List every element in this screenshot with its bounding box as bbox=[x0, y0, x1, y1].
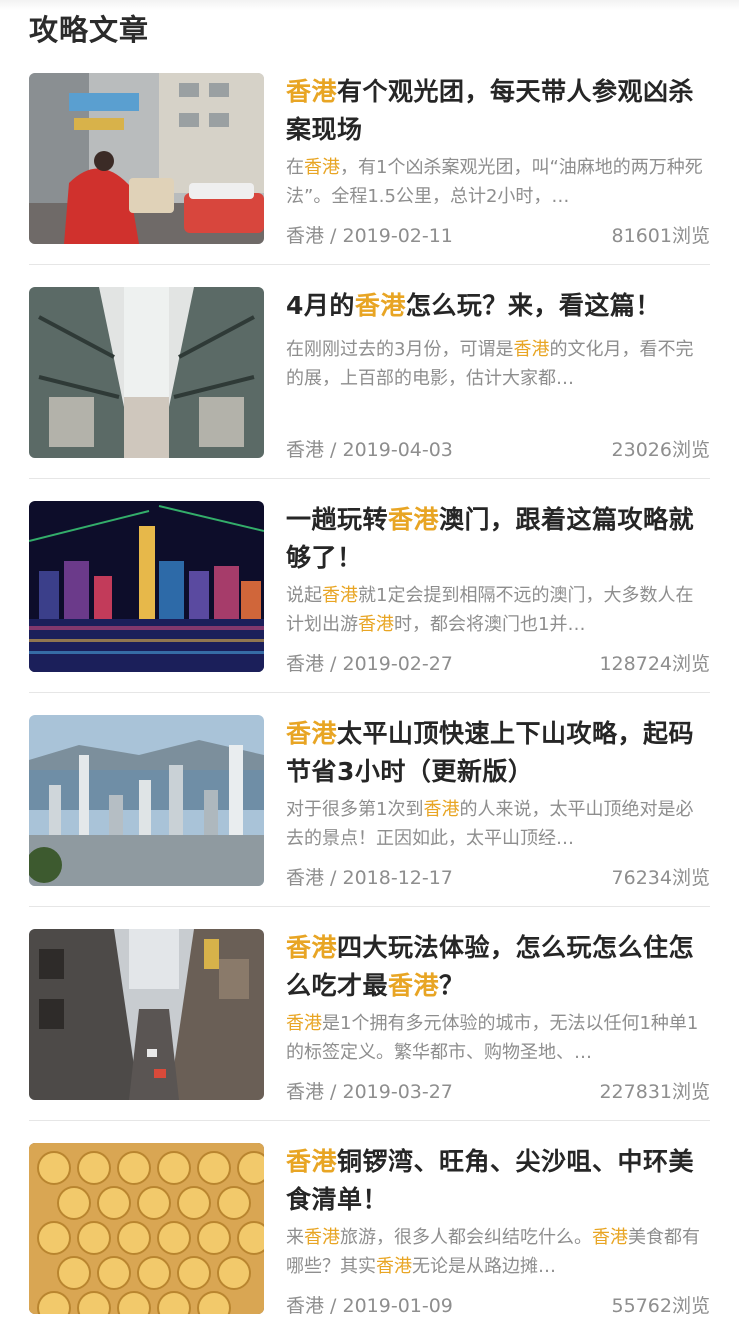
divider bbox=[29, 1120, 710, 1121]
divider bbox=[29, 692, 710, 693]
divider bbox=[29, 478, 710, 479]
article-info: 香港铜锣湾、旺角、尖沙咀、中环美食清单！ 来香港旅游，很多人都会纠结吃什么。香港… bbox=[286, 1143, 710, 1321]
article-location-date: 香港 / 2019-01-09 bbox=[286, 1295, 453, 1317]
text-segment: 有个观光团，每天带人参观凶杀案现场 bbox=[286, 77, 695, 144]
article-summary: 香港是1个拥有多元体验的城市，无法以任何1种单1的标签定义。繁华都市、购物圣地、… bbox=[286, 1009, 710, 1067]
article-list-page: 攻略文章 香港有个观光团，每天带人参观凶杀案现场 在香港，有1个凶杀案观光团，叫… bbox=[0, 0, 739, 1324]
keyword-highlight: 香港 bbox=[358, 614, 394, 635]
article-location-date: 香港 / 2018-12-17 bbox=[286, 867, 453, 889]
keyword-highlight: 香港 bbox=[513, 339, 550, 360]
text-segment: ？ bbox=[439, 971, 465, 1000]
text-segment: 无论是从路边摊… bbox=[412, 1256, 556, 1277]
article-location-date: 香港 / 2019-02-27 bbox=[286, 653, 453, 675]
article-summary: 来香港旅游，很多人都会纠结吃什么。香港美食都有哪些？其实香港无论是从路边摊… bbox=[286, 1223, 710, 1281]
article-info: 香港四大玩法体验，怎么玩怎么住怎么吃才最香港？ 香港是1个拥有多元体验的城市，无… bbox=[286, 929, 710, 1107]
text-segment: 4月的 bbox=[286, 291, 355, 320]
text-segment: 四大玩法体验，怎么玩怎么住怎么吃才最 bbox=[286, 933, 695, 1000]
keyword-highlight: 香港 bbox=[376, 1256, 412, 1277]
article-meta: 香港 / 2019-04-03 23026浏览 bbox=[286, 435, 710, 465]
article-meta: 香港 / 2019-02-27 128724浏览 bbox=[286, 649, 710, 679]
keyword-highlight: 香港 bbox=[322, 585, 358, 606]
text-segment: 说起 bbox=[286, 585, 322, 606]
keyword-highlight: 香港 bbox=[286, 719, 338, 748]
keyword-highlight: 香港 bbox=[388, 971, 440, 1000]
city-street-icon[interactable] bbox=[29, 929, 264, 1100]
egg-waffle-icon[interactable] bbox=[29, 1143, 264, 1314]
keyword-highlight: 香港 bbox=[304, 1227, 340, 1248]
text-segment: 怎么玩？来，看这篇！ bbox=[405, 291, 661, 320]
article-info: 4月的香港怎么玩？来，看这篇！ 在刚刚过去的3月份，可谓是香港的文化月，看不完的… bbox=[286, 287, 710, 465]
text-segment: 一趟玩转 bbox=[286, 505, 389, 534]
atrium-icon[interactable] bbox=[29, 287, 264, 458]
keyword-highlight: 香港 bbox=[592, 1227, 628, 1248]
keyword-highlight: 香港 bbox=[304, 157, 340, 178]
divider bbox=[29, 906, 710, 907]
article-summary: 对于很多第1次到香港的人来说，太平山顶绝对是必去的景点！正因如此，太平山顶经… bbox=[286, 795, 710, 853]
divider bbox=[29, 264, 710, 265]
article-card[interactable]: 一趟玩转香港澳门，跟着这篇攻略就够了！ 说起香港就1定会提到相隔不远的澳门，大多… bbox=[29, 501, 710, 715]
article-views: 55762浏览 bbox=[611, 1295, 710, 1317]
article-summary: 说起香港就1定会提到相隔不远的澳门，大多数人在计划出游香港时，都会将澳门也1并… bbox=[286, 581, 710, 639]
top-shadow bbox=[0, 0, 739, 10]
article-meta: 香港 / 2018-12-17 76234浏览 bbox=[286, 863, 710, 893]
article-title[interactable]: 香港四大玩法体验，怎么玩怎么住怎么吃才最香港？ bbox=[286, 929, 710, 1005]
text-segment: 太平山顶快速上下山攻略，起码节省3小时（更新版） bbox=[286, 719, 695, 786]
text-segment: 对于很多第1次到 bbox=[286, 799, 424, 820]
article-list: 香港有个观光团，每天带人参观凶杀案现场 在香港，有1个凶杀案观光团，叫“油麻地的… bbox=[29, 73, 710, 1324]
article-title[interactable]: 4月的香港怎么玩？来，看这篇！ bbox=[286, 287, 710, 325]
article-card[interactable]: 4月的香港怎么玩？来，看这篇！ 在刚刚过去的3月份，可谓是香港的文化月，看不完的… bbox=[29, 287, 710, 501]
article-location-date: 香港 / 2019-02-11 bbox=[286, 225, 453, 247]
article-title[interactable]: 一趟玩转香港澳门，跟着这篇攻略就够了！ bbox=[286, 501, 710, 577]
keyword-highlight: 香港 bbox=[286, 1147, 338, 1176]
article-card[interactable]: 香港有个观光团，每天带人参观凶杀案现场 在香港，有1个凶杀案观光团，叫“油麻地的… bbox=[29, 73, 710, 287]
text-segment: ，有1个凶杀案观光团，叫“油麻地的两万种死法”。全程1.5公里，总计2小时，… bbox=[286, 157, 703, 207]
article-info: 香港太平山顶快速上下山攻略，起码节省3小时（更新版） 对于很多第1次到香港的人来… bbox=[286, 715, 710, 893]
text-segment: 铜锣湾、旺角、尖沙咀、中环美食清单！ bbox=[286, 1147, 695, 1214]
article-card[interactable]: 香港太平山顶快速上下山攻略，起码节省3小时（更新版） 对于很多第1次到香港的人来… bbox=[29, 715, 710, 929]
article-views: 23026浏览 bbox=[611, 439, 710, 461]
text-segment: 来 bbox=[286, 1227, 304, 1248]
article-meta: 香港 / 2019-01-09 55762浏览 bbox=[286, 1291, 710, 1321]
article-card[interactable]: 香港铜锣湾、旺角、尖沙咀、中环美食清单！ 来香港旅游，很多人都会纠结吃什么。香港… bbox=[29, 1143, 710, 1324]
text-segment: 时，都会将澳门也1并… bbox=[394, 614, 586, 635]
article-views: 76234浏览 bbox=[611, 867, 710, 889]
night-skyline-icon[interactable] bbox=[29, 501, 264, 672]
keyword-highlight: 香港 bbox=[423, 799, 460, 820]
article-title[interactable]: 香港有个观光团，每天带人参观凶杀案现场 bbox=[286, 73, 710, 149]
article-views: 128724浏览 bbox=[599, 653, 710, 675]
text-segment: 在刚刚过去的3月份，可谓是 bbox=[286, 339, 514, 360]
article-info: 香港有个观光团，每天带人参观凶杀案现场 在香港，有1个凶杀案观光团，叫“油麻地的… bbox=[286, 73, 710, 251]
section-title: 攻略文章 bbox=[29, 13, 150, 47]
article-card[interactable]: 香港四大玩法体验，怎么玩怎么住怎么吃才最香港？ 香港是1个拥有多元体验的城市，无… bbox=[29, 929, 710, 1143]
keyword-highlight: 香港 bbox=[286, 77, 338, 106]
article-summary: 在刚刚过去的3月份，可谓是香港的文化月，看不完的展，上百部的电影，估计大家都… bbox=[286, 335, 710, 393]
article-info: 一趟玩转香港澳门，跟着这篇攻略就够了！ 说起香港就1定会提到相隔不远的澳门，大多… bbox=[286, 501, 710, 679]
keyword-highlight: 香港 bbox=[388, 505, 440, 534]
article-location-date: 香港 / 2019-03-27 bbox=[286, 1081, 453, 1103]
keyword-highlight: 香港 bbox=[354, 291, 406, 320]
article-views: 81601浏览 bbox=[611, 225, 710, 247]
text-segment: 是1个拥有多元体验的城市，无法以任何1种单1的标签定义。繁华都市、购物圣地、… bbox=[286, 1013, 699, 1063]
article-title[interactable]: 香港太平山顶快速上下山攻略，起码节省3小时（更新版） bbox=[286, 715, 710, 791]
article-meta: 香港 / 2019-02-11 81601浏览 bbox=[286, 221, 710, 251]
article-summary: 在香港，有1个凶杀案观光团，叫“油麻地的两万种死法”。全程1.5公里，总计2小时… bbox=[286, 153, 710, 211]
text-segment: 在 bbox=[286, 157, 304, 178]
article-views: 227831浏览 bbox=[599, 1081, 710, 1103]
keyword-highlight: 香港 bbox=[286, 933, 338, 962]
peak-view-icon[interactable] bbox=[29, 715, 264, 886]
keyword-highlight: 香港 bbox=[286, 1013, 322, 1034]
article-title[interactable]: 香港铜锣湾、旺角、尖沙咀、中环美食清单！ bbox=[286, 1143, 710, 1219]
text-segment: 旅游，很多人都会纠结吃什么。 bbox=[340, 1227, 592, 1248]
article-meta: 香港 / 2019-03-27 227831浏览 bbox=[286, 1077, 710, 1107]
street-icon[interactable] bbox=[29, 73, 264, 244]
article-location-date: 香港 / 2019-04-03 bbox=[286, 439, 453, 461]
